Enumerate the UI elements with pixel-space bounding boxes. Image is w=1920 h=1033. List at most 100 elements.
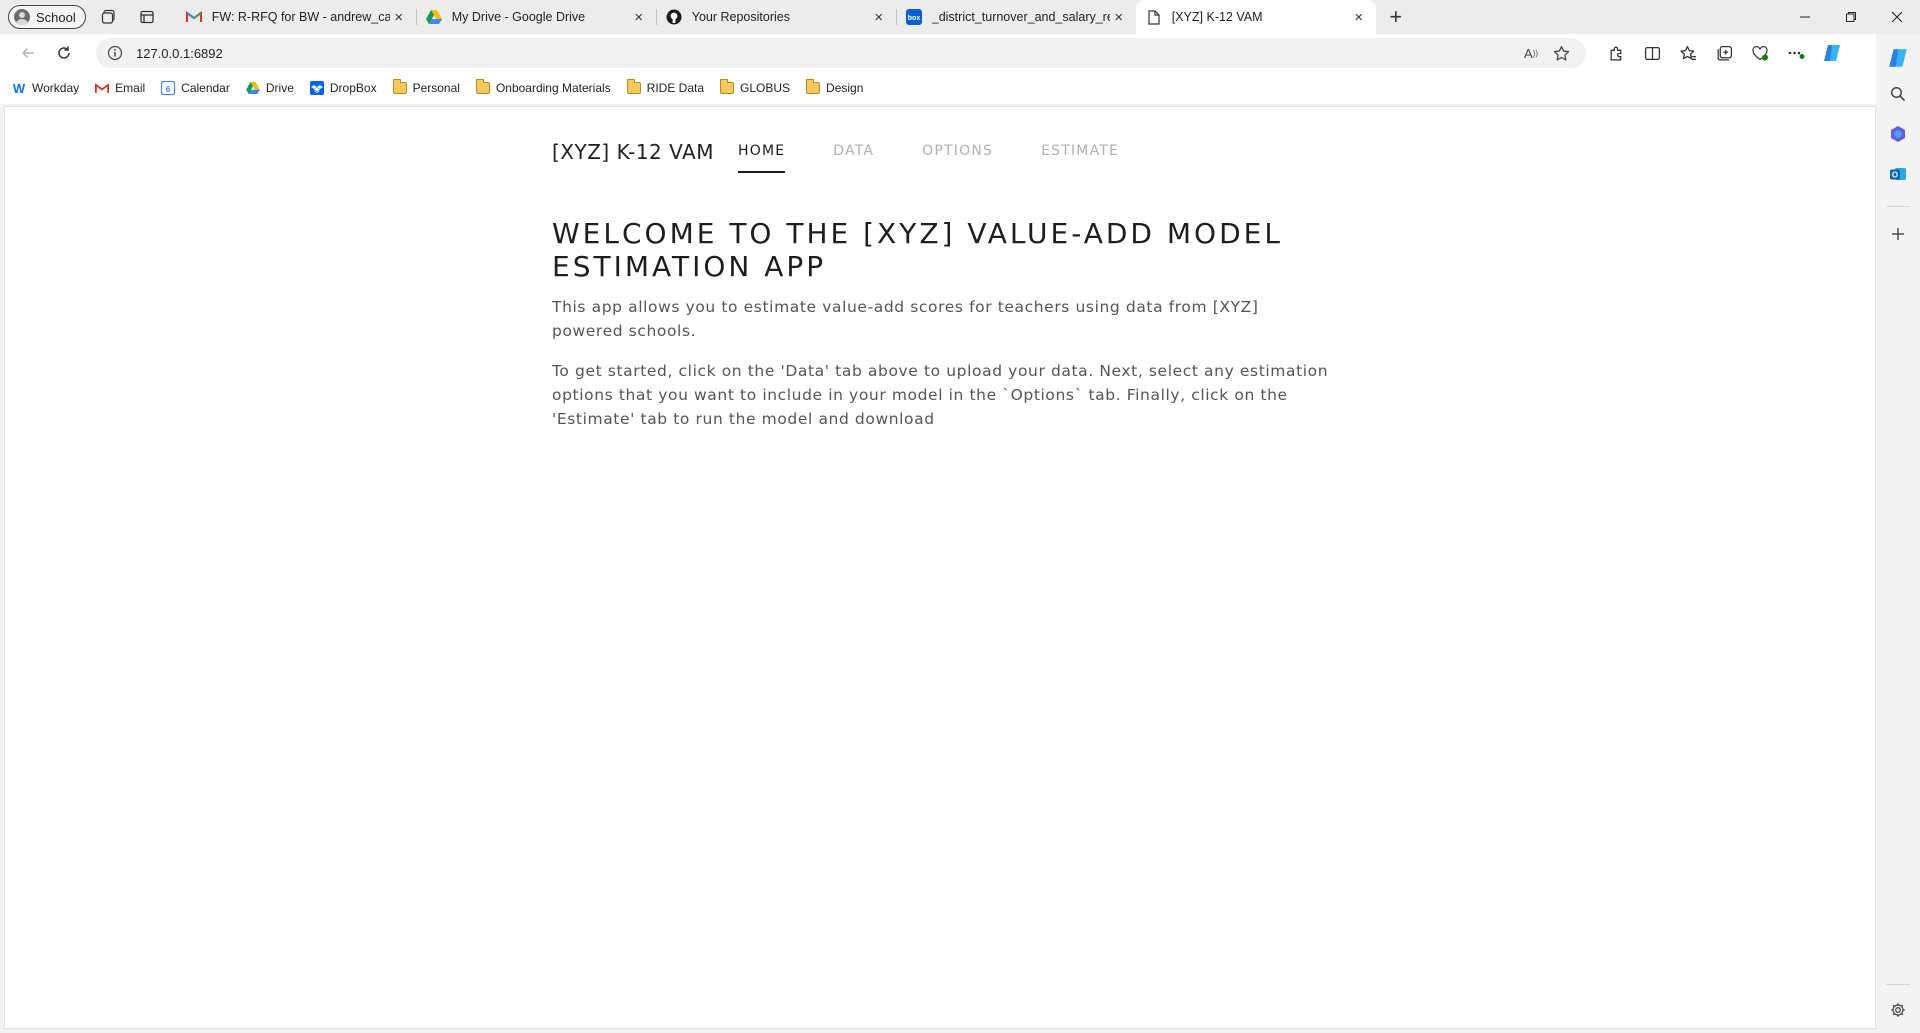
bookmark-email[interactable]: Email bbox=[95, 81, 145, 95]
refresh-icon bbox=[58, 46, 70, 59]
app-nav: HOME DATA OPTIONS ESTIMATE bbox=[738, 143, 1167, 173]
read-aloud-icon[interactable]: A)) bbox=[1516, 40, 1546, 66]
close-window-button[interactable] bbox=[1874, 0, 1920, 34]
edge-sidebar: O bbox=[1876, 34, 1920, 1033]
add-sidebar-app-button[interactable] bbox=[1884, 220, 1912, 248]
outlook-sidebar-button[interactable]: O bbox=[1884, 160, 1912, 188]
browser-tab-github[interactable]: Your Repositories × bbox=[655, 0, 896, 34]
bookmark-label: Onboarding Materials bbox=[495, 81, 611, 95]
close-tab-icon[interactable]: × bbox=[390, 8, 408, 26]
office-apps-icon bbox=[1891, 126, 1905, 142]
sidebar-settings-button[interactable] bbox=[1884, 996, 1912, 1024]
bookmark-label: Workday bbox=[32, 81, 80, 95]
nav-tab-options[interactable]: OPTIONS bbox=[922, 143, 993, 173]
copilot-button[interactable] bbox=[1814, 37, 1850, 69]
page-icon bbox=[1146, 9, 1162, 25]
nav-tab-estimate[interactable]: ESTIMATE bbox=[1041, 143, 1119, 173]
browser-tab-gmail[interactable]: FW: R-RFQ for BW - andrew_cam × bbox=[176, 0, 416, 34]
bookmark-folder-ride-data[interactable]: RIDE Data bbox=[626, 79, 704, 95]
folder-icon bbox=[392, 79, 407, 95]
page-viewport: [XYZ] K-12 VAM HOME DATA OPTIONS ESTIMAT… bbox=[4, 106, 1876, 1029]
browser-tab-active[interactable]: [XYZ] K-12 VAM × bbox=[1135, 0, 1376, 34]
back-arrow-icon bbox=[21, 47, 34, 59]
svg-text:box: box bbox=[908, 15, 921, 22]
search-sidebar-button[interactable] bbox=[1884, 80, 1912, 108]
browser-tab-box[interactable]: box _district_turnover_and_salary_rep × bbox=[895, 0, 1136, 34]
new-tab-button[interactable]: + bbox=[1380, 1, 1412, 33]
bookmark-workday[interactable]: W Workday bbox=[12, 81, 80, 96]
bookmark-calendar[interactable]: 6 Calendar bbox=[161, 81, 230, 95]
split-screen-button[interactable] bbox=[1634, 37, 1670, 69]
svg-text:O: O bbox=[1892, 171, 1898, 180]
folder-icon bbox=[475, 79, 490, 95]
window-controls bbox=[1782, 0, 1920, 34]
favorites-button[interactable] bbox=[1670, 37, 1706, 69]
copilot-icon bbox=[1889, 49, 1907, 67]
close-tab-icon[interactable]: × bbox=[870, 8, 888, 26]
close-tab-icon[interactable]: × bbox=[1350, 8, 1368, 26]
restore-button[interactable] bbox=[1828, 0, 1874, 34]
extensions-button[interactable] bbox=[1598, 37, 1634, 69]
intro-paragraph: This app allows you to estimate value-ad… bbox=[552, 298, 1259, 340]
bookmark-label: DropBox bbox=[329, 81, 377, 95]
more-menu-button[interactable] bbox=[1778, 37, 1814, 69]
bookmark-label: Personal bbox=[412, 81, 460, 95]
bookmark-folder-personal[interactable]: Personal bbox=[392, 79, 460, 95]
bookmark-label: Email bbox=[115, 81, 146, 95]
workspaces-button[interactable] bbox=[94, 4, 124, 30]
bookmark-label: Design bbox=[826, 81, 864, 95]
copilot-icon bbox=[1824, 45, 1840, 61]
instructions-paragraph: To get started, click on the 'Data' tab … bbox=[552, 362, 1329, 428]
collections-button[interactable] bbox=[1706, 37, 1742, 69]
refresh-button[interactable] bbox=[46, 37, 82, 69]
tab-title: Your Repositories bbox=[691, 10, 790, 24]
minimize-button[interactable] bbox=[1782, 0, 1828, 34]
address-bar[interactable]: 127.0.0.1:6892 A)) bbox=[96, 38, 1586, 68]
tab-title: _district_turnover_and_salary_rep bbox=[931, 10, 1110, 24]
profile-label: School bbox=[36, 9, 76, 25]
office-sidebar-button[interactable] bbox=[1884, 120, 1912, 148]
close-tab-icon[interactable]: × bbox=[1110, 8, 1128, 26]
bookmark-dropbox[interactable]: DropBox bbox=[309, 81, 377, 95]
site-info-icon[interactable] bbox=[106, 44, 124, 62]
favorites-icon bbox=[1679, 45, 1696, 60]
copilot-sidebar-button[interactable] bbox=[1884, 44, 1912, 72]
bookmark-drive[interactable]: Drive bbox=[246, 81, 294, 95]
gmail-icon bbox=[95, 81, 110, 95]
minimize-icon bbox=[1800, 16, 1810, 18]
nav-tab-data[interactable]: DATA bbox=[833, 143, 874, 173]
github-icon bbox=[666, 9, 682, 25]
tab-actions-button[interactable] bbox=[132, 4, 162, 30]
browser-essentials-button[interactable] bbox=[1742, 37, 1778, 69]
outlook-icon: O bbox=[1890, 168, 1906, 180]
profile-button[interactable]: School bbox=[8, 5, 86, 29]
folder-icon bbox=[720, 79, 735, 95]
puzzle-icon bbox=[1610, 46, 1621, 61]
search-icon bbox=[1890, 86, 1906, 102]
page-title: WELCOME TO THE [XYZ] VALUE-ADD MODEL EST… bbox=[552, 217, 1283, 283]
restore-icon bbox=[1846, 12, 1856, 22]
url-text[interactable]: 127.0.0.1:6892 bbox=[136, 46, 1516, 61]
sidebar-divider bbox=[1886, 984, 1910, 985]
tab-title: My Drive - Google Drive bbox=[451, 10, 586, 24]
bookmark-label: Calendar bbox=[181, 81, 230, 95]
split-screen-icon bbox=[1644, 46, 1660, 60]
toolbar-icons bbox=[1598, 37, 1850, 69]
tab-strip: School FW: R-RFQ for BW - andrew_cam × M… bbox=[0, 0, 1920, 34]
favorite-star-icon[interactable] bbox=[1546, 40, 1576, 66]
plus-icon bbox=[1892, 228, 1904, 240]
close-tab-icon[interactable]: × bbox=[630, 8, 648, 26]
workspaces-icon bbox=[101, 9, 115, 24]
bookmark-folder-design[interactable]: Design bbox=[806, 79, 864, 95]
browser-tab-drive[interactable]: My Drive - Google Drive × bbox=[415, 0, 656, 34]
nav-tab-home[interactable]: HOME bbox=[738, 143, 786, 173]
plus-icon: + bbox=[1389, 4, 1403, 29]
back-button[interactable] bbox=[10, 37, 46, 69]
sidebar-divider bbox=[1886, 206, 1910, 207]
bookmark-label: Drive bbox=[265, 81, 294, 95]
calendar-icon: 6 bbox=[161, 81, 176, 95]
bookmark-folder-globus[interactable]: GLOBUS bbox=[720, 79, 790, 95]
folder-icon bbox=[806, 79, 821, 95]
bookmark-folder-onboarding[interactable]: Onboarding Materials bbox=[475, 79, 611, 95]
app-brand[interactable]: [XYZ] K-12 VAM bbox=[552, 140, 714, 164]
